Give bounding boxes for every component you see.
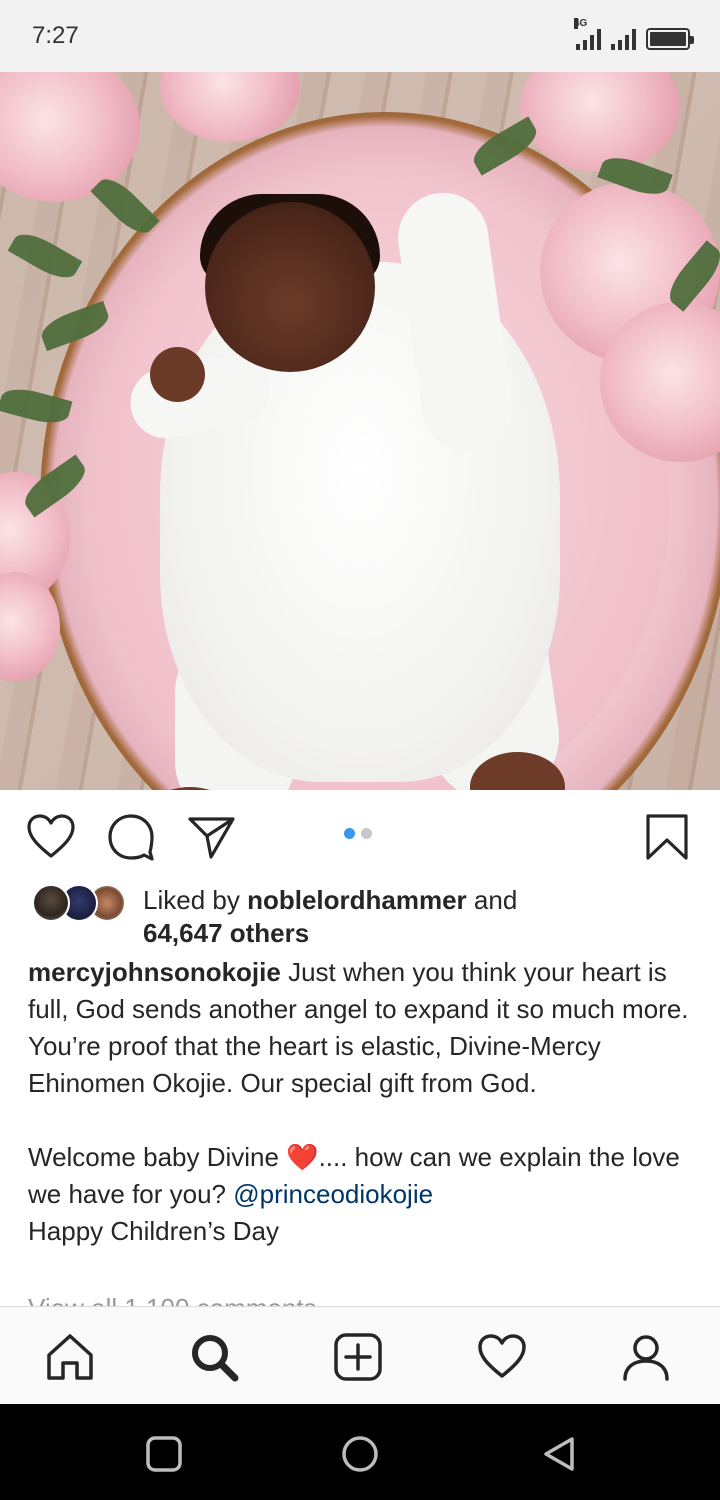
search-icon[interactable]: [188, 1331, 240, 1383]
post-caption: mercyjohnsonokojie Just when you think y…: [28, 954, 698, 1250]
profile-icon[interactable]: [620, 1331, 672, 1383]
likes-middle: and: [466, 885, 518, 915]
likes-text: Liked by noblelordhammer and 64,647 othe…: [143, 884, 703, 950]
post-photo[interactable]: [0, 72, 720, 790]
likes-count[interactable]: 64,647 others: [143, 918, 309, 948]
liker-avatars: [32, 884, 132, 924]
system-nav-bar: [0, 1404, 720, 1500]
battery-icon: [646, 28, 694, 50]
share-icon[interactable]: [186, 812, 236, 862]
caption-username[interactable]: mercyjohnsonokojie: [28, 957, 281, 987]
carousel-dot-active: [344, 828, 355, 839]
home-icon[interactable]: [44, 1331, 96, 1383]
mention-link[interactable]: @princeodiokojie: [233, 1179, 433, 1209]
signal-icon: 4G: [574, 18, 601, 50]
add-post-icon[interactable]: [332, 1331, 384, 1383]
network-type-label: 4G: [574, 18, 588, 29]
status-time: 7:27: [32, 22, 79, 49]
caption-line: Welcome baby Divine: [28, 1142, 287, 1172]
red-heart-emoji: ❤️: [286, 1142, 319, 1172]
likes-row[interactable]: Liked by noblelordhammer and 64,647 othe…: [28, 884, 708, 950]
recent-apps-icon[interactable]: [144, 1434, 184, 1474]
status-bar: 7:27 4G: [0, 0, 720, 72]
activity-heart-icon[interactable]: [476, 1331, 528, 1383]
bottom-nav: [0, 1306, 720, 1404]
baby-figure: [205, 202, 375, 372]
status-icons: 4G: [574, 18, 694, 50]
signal-icon: [611, 28, 636, 50]
liker-username[interactable]: noblelordhammer: [247, 885, 467, 915]
caption-line: Happy Children’s Day: [28, 1216, 279, 1246]
system-home-icon[interactable]: [340, 1434, 380, 1474]
bookmark-icon[interactable]: [642, 812, 692, 862]
likes-prefix: Liked by: [143, 885, 248, 915]
carousel-dot: [361, 828, 372, 839]
carousel-indicator: [344, 828, 372, 839]
like-heart-icon[interactable]: [26, 812, 76, 862]
post-actions: [0, 790, 720, 880]
back-icon[interactable]: [540, 1434, 580, 1474]
caption-paragraph: You’re proof that the heart is elastic, …: [28, 1031, 608, 1098]
comment-icon[interactable]: [106, 812, 156, 862]
avatar: [32, 884, 70, 922]
